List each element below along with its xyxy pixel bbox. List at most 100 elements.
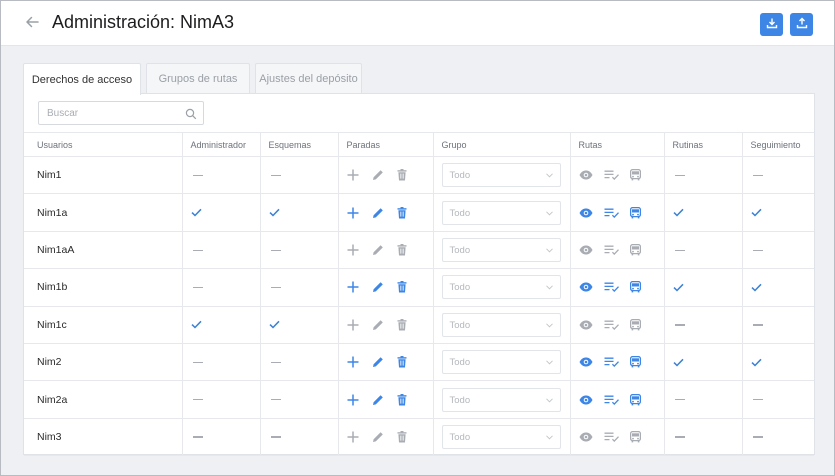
bus-icon[interactable] bbox=[629, 169, 641, 181]
route-list-check-icon[interactable] bbox=[604, 357, 619, 368]
route-list-check-icon[interactable] bbox=[604, 208, 619, 218]
add-stop-plus-icon[interactable] bbox=[347, 244, 359, 256]
seguimiento-dash-icon[interactable] bbox=[752, 174, 763, 177]
route-list-check-icon[interactable] bbox=[604, 432, 619, 443]
bus-icon[interactable] bbox=[629, 206, 641, 219]
edit-stop-pencil-icon[interactable] bbox=[372, 244, 384, 256]
grupo-select[interactable]: Todo bbox=[441, 237, 561, 262]
route-list-check-icon[interactable] bbox=[604, 282, 619, 293]
seguimiento-check-icon[interactable] bbox=[750, 283, 762, 292]
seguimiento-dash-icon[interactable] bbox=[752, 324, 763, 326]
bus-icon[interactable] bbox=[629, 356, 641, 368]
esquemas-dash-icon[interactable] bbox=[270, 286, 281, 289]
bus-icon[interactable] bbox=[629, 431, 641, 443]
delete-stop-trash-icon[interactable] bbox=[397, 281, 407, 293]
rutinas-dash-icon[interactable] bbox=[674, 436, 685, 438]
search-icon[interactable] bbox=[185, 107, 197, 120]
administrador-dash-icon[interactable] bbox=[192, 361, 203, 363]
bus-icon[interactable] bbox=[629, 244, 641, 256]
seguimiento-dash-icon[interactable] bbox=[752, 399, 763, 401]
grupo-select[interactable]: Todo bbox=[441, 200, 561, 225]
seguimiento-check-icon[interactable] bbox=[750, 358, 762, 367]
delete-stop-trash-icon[interactable] bbox=[397, 244, 407, 256]
esquemas-dash-icon[interactable] bbox=[270, 399, 281, 401]
add-stop-plus-icon[interactable] bbox=[347, 394, 359, 406]
delete-stop-trash-icon[interactable] bbox=[397, 393, 407, 406]
upload-button[interactable] bbox=[790, 13, 813, 36]
esquemas-dash-icon[interactable] bbox=[270, 361, 281, 363]
view-route-eye-icon[interactable] bbox=[579, 432, 593, 442]
bus-icon[interactable] bbox=[629, 393, 641, 406]
view-route-eye-icon[interactable] bbox=[579, 395, 593, 405]
route-list-check-icon[interactable] bbox=[604, 320, 619, 330]
edit-stop-pencil-icon[interactable] bbox=[372, 394, 384, 406]
edit-stop-pencil-icon[interactable] bbox=[372, 319, 384, 331]
grupo-select[interactable]: Todo bbox=[441, 275, 561, 300]
administrador-check-icon[interactable] bbox=[190, 208, 202, 217]
add-stop-plus-icon[interactable] bbox=[347, 169, 359, 181]
seguimiento-dash-icon[interactable] bbox=[752, 436, 763, 438]
route-list-check-icon[interactable] bbox=[604, 245, 619, 256]
edit-stop-pencil-icon[interactable] bbox=[372, 207, 384, 219]
view-route-eye-icon[interactable] bbox=[579, 282, 593, 292]
edit-stop-pencil-icon[interactable] bbox=[372, 169, 384, 181]
view-route-eye-icon[interactable] bbox=[579, 170, 593, 180]
grupo-select[interactable]: Todo bbox=[441, 163, 561, 188]
esquemas-dash-icon[interactable] bbox=[270, 249, 281, 251]
add-stop-plus-icon[interactable] bbox=[347, 356, 359, 368]
delete-stop-trash-icon[interactable] bbox=[397, 431, 407, 443]
seguimiento-cell bbox=[741, 231, 814, 270]
back-arrow-icon[interactable] bbox=[23, 13, 41, 31]
add-stop-plus-icon[interactable] bbox=[347, 281, 359, 293]
administrador-dash-icon[interactable] bbox=[192, 436, 203, 438]
search-input[interactable] bbox=[39, 102, 179, 124]
delete-stop-trash-icon[interactable] bbox=[397, 318, 407, 331]
download-button[interactable] bbox=[760, 13, 783, 36]
route-list-check-icon[interactable] bbox=[604, 170, 619, 181]
tab-derechos-de-acceso[interactable]: Derechos de acceso bbox=[23, 63, 141, 95]
edit-stop-pencil-icon[interactable] bbox=[372, 281, 384, 293]
delete-stop-trash-icon[interactable] bbox=[397, 206, 407, 219]
grupo-select[interactable]: Todo bbox=[441, 312, 561, 337]
route-list-check-icon[interactable] bbox=[604, 395, 619, 405]
administrador-dash-icon[interactable] bbox=[192, 174, 203, 177]
rutinas-dash-icon[interactable] bbox=[674, 399, 685, 401]
rutinas-dash-icon[interactable] bbox=[674, 324, 685, 326]
edit-stop-pencil-icon[interactable] bbox=[372, 431, 384, 443]
grupo-select[interactable]: Todo bbox=[441, 387, 561, 412]
administrador-dash-icon[interactable] bbox=[192, 249, 203, 251]
tab-ajustes-del-deposito[interactable]: Ajustes del depósito bbox=[255, 63, 362, 94]
rutinas-check-icon[interactable] bbox=[672, 283, 684, 292]
rutinas-check-icon[interactable] bbox=[672, 208, 684, 217]
esquemas-check-icon[interactable] bbox=[268, 208, 280, 217]
esquemas-dash-icon[interactable] bbox=[270, 174, 281, 177]
esquemas-check-icon[interactable] bbox=[268, 320, 280, 330]
seguimiento-dash-icon[interactable] bbox=[752, 249, 763, 251]
chevron-down-icon bbox=[545, 323, 553, 328]
add-stop-plus-icon[interactable] bbox=[347, 207, 359, 219]
esquemas-dash-icon[interactable] bbox=[270, 436, 281, 438]
rutinas-dash-icon[interactable] bbox=[674, 249, 685, 251]
grupo-select[interactable]: Todo bbox=[441, 350, 561, 375]
delete-stop-trash-icon[interactable] bbox=[397, 169, 407, 181]
seguimiento-check-icon[interactable] bbox=[750, 208, 762, 217]
tab-grupos-de-rutas[interactable]: Grupos de rutas bbox=[146, 63, 250, 94]
rutinas-dash-icon[interactable] bbox=[674, 174, 685, 177]
view-route-eye-icon[interactable] bbox=[579, 357, 593, 367]
administrador-dash-icon[interactable] bbox=[192, 286, 203, 289]
view-route-eye-icon[interactable] bbox=[579, 245, 593, 255]
view-route-eye-icon[interactable] bbox=[579, 208, 593, 218]
grupo-select-value: Todo bbox=[449, 394, 471, 406]
delete-stop-trash-icon[interactable] bbox=[397, 356, 407, 368]
bus-icon[interactable] bbox=[629, 281, 641, 293]
rutinas-check-icon[interactable] bbox=[672, 358, 684, 367]
column-header-usuarios[interactable]: Usuarios bbox=[24, 132, 182, 157]
administrador-dash-icon[interactable] bbox=[192, 399, 203, 401]
add-stop-plus-icon[interactable] bbox=[347, 431, 359, 443]
grupo-select[interactable]: Todo bbox=[441, 424, 561, 449]
edit-stop-pencil-icon[interactable] bbox=[372, 356, 384, 368]
bus-icon[interactable] bbox=[629, 318, 641, 331]
add-stop-plus-icon[interactable] bbox=[347, 319, 359, 331]
view-route-eye-icon[interactable] bbox=[579, 320, 593, 330]
administrador-check-icon[interactable] bbox=[190, 320, 202, 330]
